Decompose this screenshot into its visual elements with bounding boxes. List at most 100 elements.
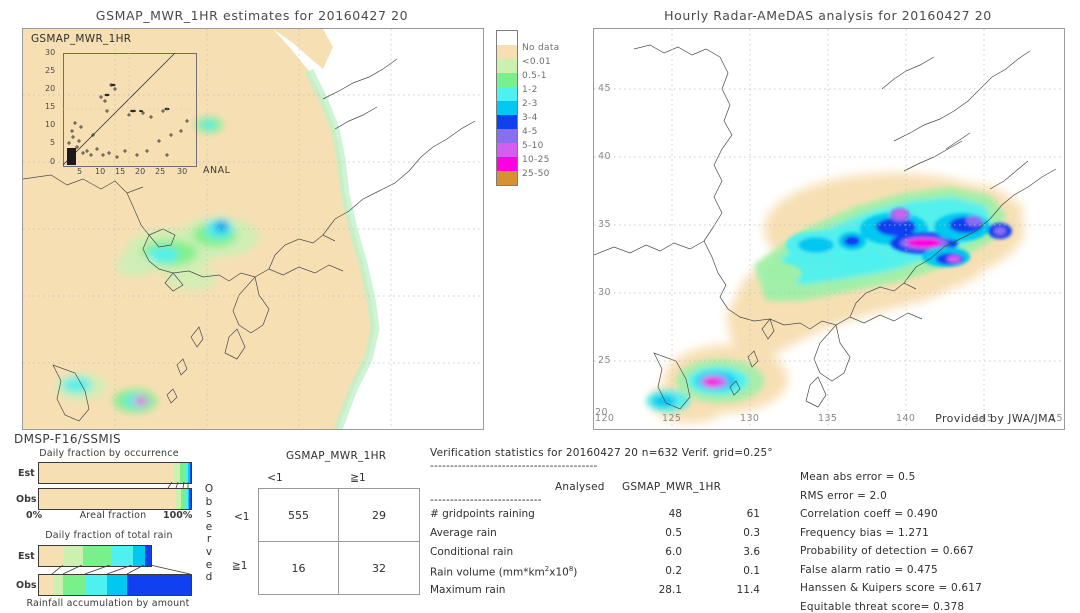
right-panel-title: Hourly Radar-AMeDAS analysis for 2016042… [664, 8, 992, 23]
colorbar-swatch-7 [496, 129, 518, 143]
scatter-ytick-20: 20 [45, 84, 56, 93]
occurrence-connector-lines [167, 482, 189, 488]
amount-est-segment-4 [133, 546, 146, 566]
colorbar-label-6: 3-4 [522, 113, 538, 123]
amount-chart-caption: Rainfall accumulation by amount [26, 598, 190, 609]
right-ytick-30: 30 [598, 287, 611, 298]
score-line-1: RMS error = 2.0 [800, 489, 887, 502]
contingency-cell-10: 16 [291, 561, 306, 575]
score-line-4: Probability of detection = 0.667 [800, 545, 974, 557]
colorbar-label-1: No data [522, 43, 560, 53]
right-ytick-35: 35 [598, 219, 611, 230]
occurrence-est-segment-5 [189, 463, 191, 483]
contingency-title: GSMAP_MWR_1HR [286, 450, 387, 462]
right-ytick-40: 40 [598, 151, 611, 162]
amount-obs-segment-0 [39, 575, 53, 595]
colorbar-swatch-1 [496, 45, 518, 59]
areal-fraction-label: Areal fraction [79, 510, 147, 521]
gsmap-estimates-map[interactable]: GSMAP_MWR_1HR 30 25 20 15 10 5 0 5 10 15… [22, 28, 484, 430]
occurrence-chart-title: Daily fraction by occurrence [39, 448, 179, 459]
amount-est-segment-2 [82, 546, 111, 566]
verification-row-product-0: 61 [746, 508, 760, 520]
occurrence-obs-label: Obs [16, 494, 37, 505]
verification-col-product: GSMAP_MWR_1HR [622, 481, 722, 493]
sensor-label: DMSP-F16/SSMIS [14, 432, 122, 446]
scatter-xtick-15: 15 [115, 167, 126, 176]
contingency-col-header-lt1: <1 [267, 472, 283, 484]
right-xtick-130: 130 [740, 413, 760, 424]
occurrence-obs-segment-0 [39, 489, 176, 509]
contingency-cell-11: 32 [372, 561, 386, 575]
verification-row-analysed-3: 0.2 [665, 565, 682, 577]
amount-est-segment-1 [63, 546, 83, 566]
amount-est-segment-3 [110, 546, 134, 566]
verification-row-name-2: Conditional rain [430, 546, 514, 558]
verification-header: Verification statistics for 20160427 20 … [430, 447, 773, 459]
colorbar-swatch-0 [496, 30, 518, 45]
occurrence-est-label: Est [18, 468, 35, 479]
verification-row-product-4: 11.4 [736, 584, 760, 596]
verification-row-product-1: 0.3 [743, 527, 760, 539]
scatter-points [63, 53, 195, 165]
colorbar-swatch-4 [496, 87, 518, 101]
amount-est-bar[interactable] [38, 545, 152, 567]
colorbar-label-9: 10-25 [522, 155, 550, 165]
left-panel-title: GSMAP_MWR_1HR estimates for 20160427 20 [95, 8, 409, 23]
scatter-ytick-15: 15 [45, 102, 56, 111]
radar-amedas-map[interactable]: 45 40 35 30 25 20 120 125 130 135 140 14… [593, 28, 1065, 430]
occurrence-est-segment-0 [39, 463, 174, 483]
score-line-6: Hanssen & Kuipers score = 0.617 [800, 582, 983, 594]
colorbar-label-7: 4-5 [522, 127, 538, 137]
amount-chart-title: Daily fraction of total rain [45, 530, 173, 541]
scatter-ytick-25: 25 [45, 66, 56, 75]
contingency-row-header-lt1: <1 [234, 511, 250, 523]
verification-row-analysed-0: 48 [668, 508, 682, 520]
colorbar-label-5: 2-3 [522, 99, 538, 109]
score-line-0: Mean abs error = 0.5 [800, 471, 916, 483]
scatter-anal-label: ANAL [203, 165, 231, 176]
colorbar-label-2: <0.01 [522, 57, 552, 67]
verification-row-product-3: 0.1 [743, 565, 760, 577]
right-xtick-140: 140 [896, 413, 916, 424]
verification-row-name-4: Maximum rain [430, 584, 506, 596]
scatter-xtick-30: 30 [177, 167, 188, 176]
amount-obs-segment-4 [107, 575, 128, 595]
amount-connector-lines [51, 565, 190, 574]
precipitation-colorbar[interactable]: No data <0.01 0.5-1 1-2 2-3 3-4 4-5 5-10 10-25 25… [496, 30, 559, 186]
verification-row-name-1: Average rain [430, 527, 497, 539]
verification-row-name-0: # gridpoints raining [430, 508, 535, 520]
colorbar-swatch-5 [496, 101, 518, 115]
verification-col-analysed: Analysed [555, 481, 605, 493]
scatter-xtick-25: 25 [155, 167, 166, 176]
scatter-inset[interactable]: GSMAP_MWR_1HR 30 25 20 15 10 5 0 5 10 15… [25, 31, 230, 181]
verification-row-product-2: 3.6 [743, 546, 760, 558]
right-xtick-125: 125 [662, 413, 682, 424]
areal-fraction-max: 100% [163, 510, 193, 521]
score-line-7: Equitable threat score= 0.378 [800, 600, 965, 613]
scatter-xtick-5: 5 [77, 167, 83, 176]
score-line-2: Correlation coeff = 0.490 [800, 508, 938, 520]
amount-est-label: Est [18, 551, 35, 562]
scatter-ytick-5: 5 [50, 138, 56, 147]
score-line-5: False alarm ratio = 0.475 [800, 563, 938, 576]
amount-est-segment-0 [39, 546, 64, 566]
verification-row-analysed-1: 0.5 [665, 527, 682, 539]
occurrence-est-bar[interactable] [38, 462, 192, 484]
right-ytick-25: 25 [598, 355, 611, 366]
occurrence-obs-bar[interactable] [38, 488, 192, 510]
colorbar-label-8: 5-10 [522, 141, 544, 151]
right-xtick-120: 120 [595, 413, 615, 424]
amount-obs-bar[interactable] [38, 574, 192, 596]
contingency-row-header-ge1: ≧1 [232, 560, 248, 572]
contingency-table[interactable]: 555 29 16 32 [258, 488, 420, 595]
scatter-xtick-20: 20 [135, 167, 146, 176]
right-ytick-45: 45 [598, 83, 611, 94]
amount-est-segment-5 [145, 546, 151, 566]
amount-obs-segment-5 [127, 575, 191, 595]
colorbar-swatch-6 [496, 115, 518, 129]
provided-by-label: Provided by JWA/JMA [935, 412, 1056, 425]
colorbar-swatch-8 [496, 143, 518, 157]
observed-axis-label: Observed [204, 483, 214, 584]
contingency-cell-01: 29 [372, 508, 386, 522]
colorbar-label-10: 25-50 [522, 169, 550, 179]
